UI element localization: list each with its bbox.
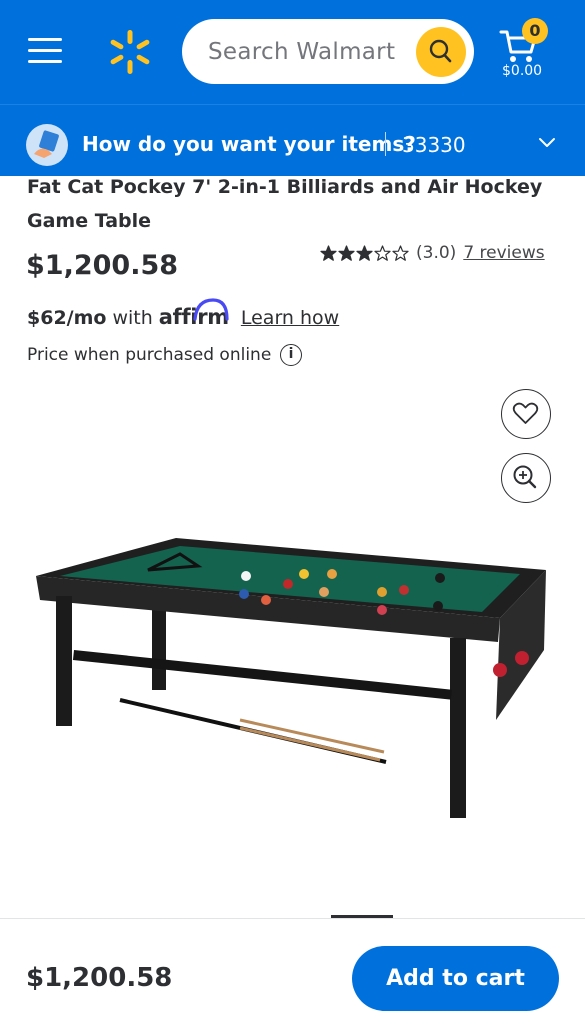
fulfillment-bar[interactable]: How do you want your items? 33330: [0, 104, 585, 176]
search-icon: [429, 39, 452, 63]
affirm-logo: affirm: [159, 298, 229, 329]
search-button[interactable]: [416, 27, 466, 77]
header: Search Walmart 0 $0.00: [0, 0, 585, 104]
price-note: Price when purchased online: [27, 345, 272, 365]
reviews-link[interactable]: 7 reviews: [463, 243, 544, 263]
search-placeholder: Search Walmart: [208, 39, 396, 65]
spark-logo-icon[interactable]: [106, 28, 154, 76]
product-image[interactable]: [30, 530, 550, 840]
add-to-cart-button[interactable]: Add to cart: [352, 946, 559, 1011]
rating-value: (3.0): [416, 243, 457, 263]
affirm-financing: $62/mo with affirm Learn how: [27, 298, 339, 329]
menu-icon[interactable]: [28, 36, 64, 66]
star-icon: [320, 244, 337, 261]
star-icon: [338, 244, 355, 261]
affirm-with: with: [112, 307, 153, 329]
product-title: Fat Cat Pockey 7' 2-in-1 Billiards and A…: [27, 176, 543, 232]
product-price: $1,200.58: [26, 250, 179, 281]
search-input[interactable]: Search Walmart: [182, 19, 474, 84]
favorite-button[interactable]: [501, 389, 551, 439]
zip-code: 33330: [402, 133, 466, 157]
sticky-add-to-cart-bar: $1,200.58 Add to cart: [0, 919, 585, 1024]
cart-total: $0.00: [502, 63, 543, 79]
zoom-in-icon: [513, 465, 537, 489]
chevron-down-icon: [539, 138, 555, 147]
star-icon: [392, 244, 409, 261]
product-rating[interactable]: (3.0) 7 reviews: [320, 242, 545, 264]
cart-count-badge: 0: [522, 18, 548, 44]
bottom-price: $1,200.58: [26, 963, 173, 993]
star-icon: [356, 244, 373, 261]
fulfillment-prompt: How do you want your items?: [82, 132, 416, 156]
fulfillment-divider: [385, 132, 386, 156]
cart-button[interactable]: 0 $0.00: [498, 18, 558, 84]
affirm-arc-icon: [193, 298, 229, 321]
delivery-icon: [26, 124, 68, 166]
info-icon[interactable]: i: [280, 344, 302, 366]
star-icon: [374, 244, 391, 261]
monthly-payment: $62/mo: [27, 307, 107, 329]
heart-icon: [512, 402, 539, 424]
star-rating: [320, 244, 410, 262]
learn-how-link[interactable]: Learn how: [241, 307, 339, 329]
zoom-button[interactable]: [501, 453, 551, 503]
